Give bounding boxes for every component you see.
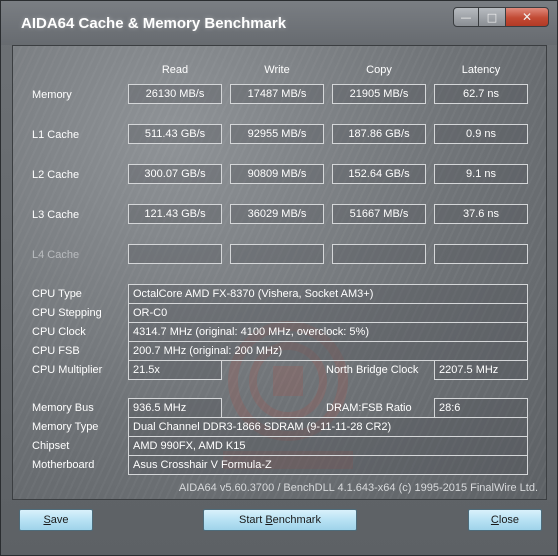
chipset-value: AMD 990FX, AMD K15 — [128, 436, 528, 456]
save-button-label: ave — [50, 514, 69, 526]
cpu-stepping-label: CPU Stepping — [32, 307, 102, 319]
memory-latency-value: 62.7 ns — [434, 84, 528, 104]
cpu-stepping-value: OR-C0 — [128, 303, 528, 323]
dram-fsb-ratio-value: 28:6 — [434, 398, 528, 418]
row-label-l1-cache: L1 Cache — [32, 129, 80, 141]
window-controls: — □ ✕ — [453, 7, 549, 27]
column-header-read: Read — [161, 64, 189, 76]
close-button[interactable]: Close — [468, 509, 542, 531]
dram-fsb-ratio-label: DRAM:FSB Ratio — [326, 402, 412, 414]
close-button-mnemonic: C — [490, 514, 499, 526]
start-benchmark-label-pre: Start — [239, 514, 266, 526]
column-header-copy: Copy — [366, 64, 392, 76]
l2-latency-value: 9.1 ns — [434, 164, 528, 184]
cpu-fsb-label: CPU FSB — [32, 345, 80, 357]
start-benchmark-button[interactable]: Start Benchmark — [203, 509, 357, 531]
l4-latency-value — [434, 244, 528, 264]
memory-type-label: Memory Type — [32, 421, 99, 433]
start-benchmark-label: enchmark — [272, 514, 321, 526]
memory-write-value: 17487 MB/s — [230, 84, 324, 104]
column-header-latency: Latency — [461, 64, 501, 76]
l1-write-value: 92955 MB/s — [230, 124, 324, 144]
l3-copy-value: 51667 MB/s — [332, 204, 426, 224]
l3-write-value: 36029 MB/s — [230, 204, 324, 224]
benchmark-window: AIDA64 Cache & Memory Benchmark — □ ✕ Re… — [0, 0, 558, 556]
save-button-mnemonic: S — [43, 514, 51, 526]
cpu-multiplier-label: CPU Multiplier — [32, 364, 103, 376]
start-benchmark-mnemonic: B — [265, 514, 273, 526]
l2-read-value: 300.07 GB/s — [128, 164, 222, 184]
memory-copy-value: 21905 MB/s — [332, 84, 426, 104]
l1-copy-value: 187.86 GB/s — [332, 124, 426, 144]
l1-latency-value: 0.9 ns — [434, 124, 528, 144]
l4-copy-value — [332, 244, 426, 264]
cpu-type-label: CPU Type — [32, 288, 82, 300]
row-label-memory: Memory — [32, 89, 72, 101]
cpu-multiplier-value: 21.5x — [128, 360, 222, 380]
cpu-clock-label: CPU Clock — [32, 326, 86, 338]
l3-read-value: 121.43 GB/s — [128, 204, 222, 224]
row-label-l3-cache: L3 Cache — [32, 209, 80, 221]
close-window-button[interactable]: ✕ — [505, 7, 549, 27]
title-bar[interactable]: AIDA64 Cache & Memory Benchmark — □ ✕ — [1, 1, 557, 45]
minimize-icon: — — [460, 10, 472, 24]
l2-write-value: 90809 MB/s — [230, 164, 324, 184]
l4-write-value — [230, 244, 324, 264]
column-header-write: Write — [264, 64, 290, 76]
cpu-fsb-value: 200.7 MHz (original: 200 MHz) — [128, 341, 528, 361]
minimize-button[interactable]: — — [453, 7, 479, 27]
row-label-l4-cache: L4 Cache — [32, 249, 80, 261]
l2-copy-value: 152.64 GB/s — [332, 164, 426, 184]
motherboard-label: Motherboard — [32, 459, 95, 471]
l1-read-value: 511.43 GB/s — [128, 124, 222, 144]
cpu-clock-value: 4314.7 MHz (original: 4100 MHz, overcloc… — [128, 322, 528, 342]
memory-read-value: 26130 MB/s — [128, 84, 222, 104]
memory-bus-value: 936.5 MHz — [128, 398, 222, 418]
motherboard-value: Asus Crosshair V Formula-Z — [128, 455, 528, 475]
memory-bus-label: Memory Bus — [32, 402, 94, 414]
chipset-label: Chipset — [32, 440, 70, 452]
north-bridge-clock-label: North Bridge Clock — [326, 364, 419, 376]
version-copyright-text: AIDA64 v5.60.3700 / BenchDLL 4.1.643-x64… — [178, 482, 538, 494]
window-title: AIDA64 Cache & Memory Benchmark — [21, 15, 287, 32]
north-bridge-clock-value: 2207.5 MHz — [434, 360, 528, 380]
memory-type-value: Dual Channel DDR3-1866 SDRAM (9-11-11-28… — [128, 417, 528, 437]
close-button-label: lose — [498, 514, 520, 526]
cpu-type-value: OctalCore AMD FX-8370 (Vishera, Socket A… — [128, 284, 528, 304]
save-button[interactable]: Save — [19, 509, 93, 531]
l3-latency-value: 37.6 ns — [434, 204, 528, 224]
row-label-l2-cache: L2 Cache — [32, 169, 80, 181]
maximize-icon: □ — [486, 10, 498, 24]
close-icon: ✕ — [521, 10, 533, 24]
maximize-button[interactable]: □ — [479, 7, 505, 27]
l4-read-value — [128, 244, 222, 264]
